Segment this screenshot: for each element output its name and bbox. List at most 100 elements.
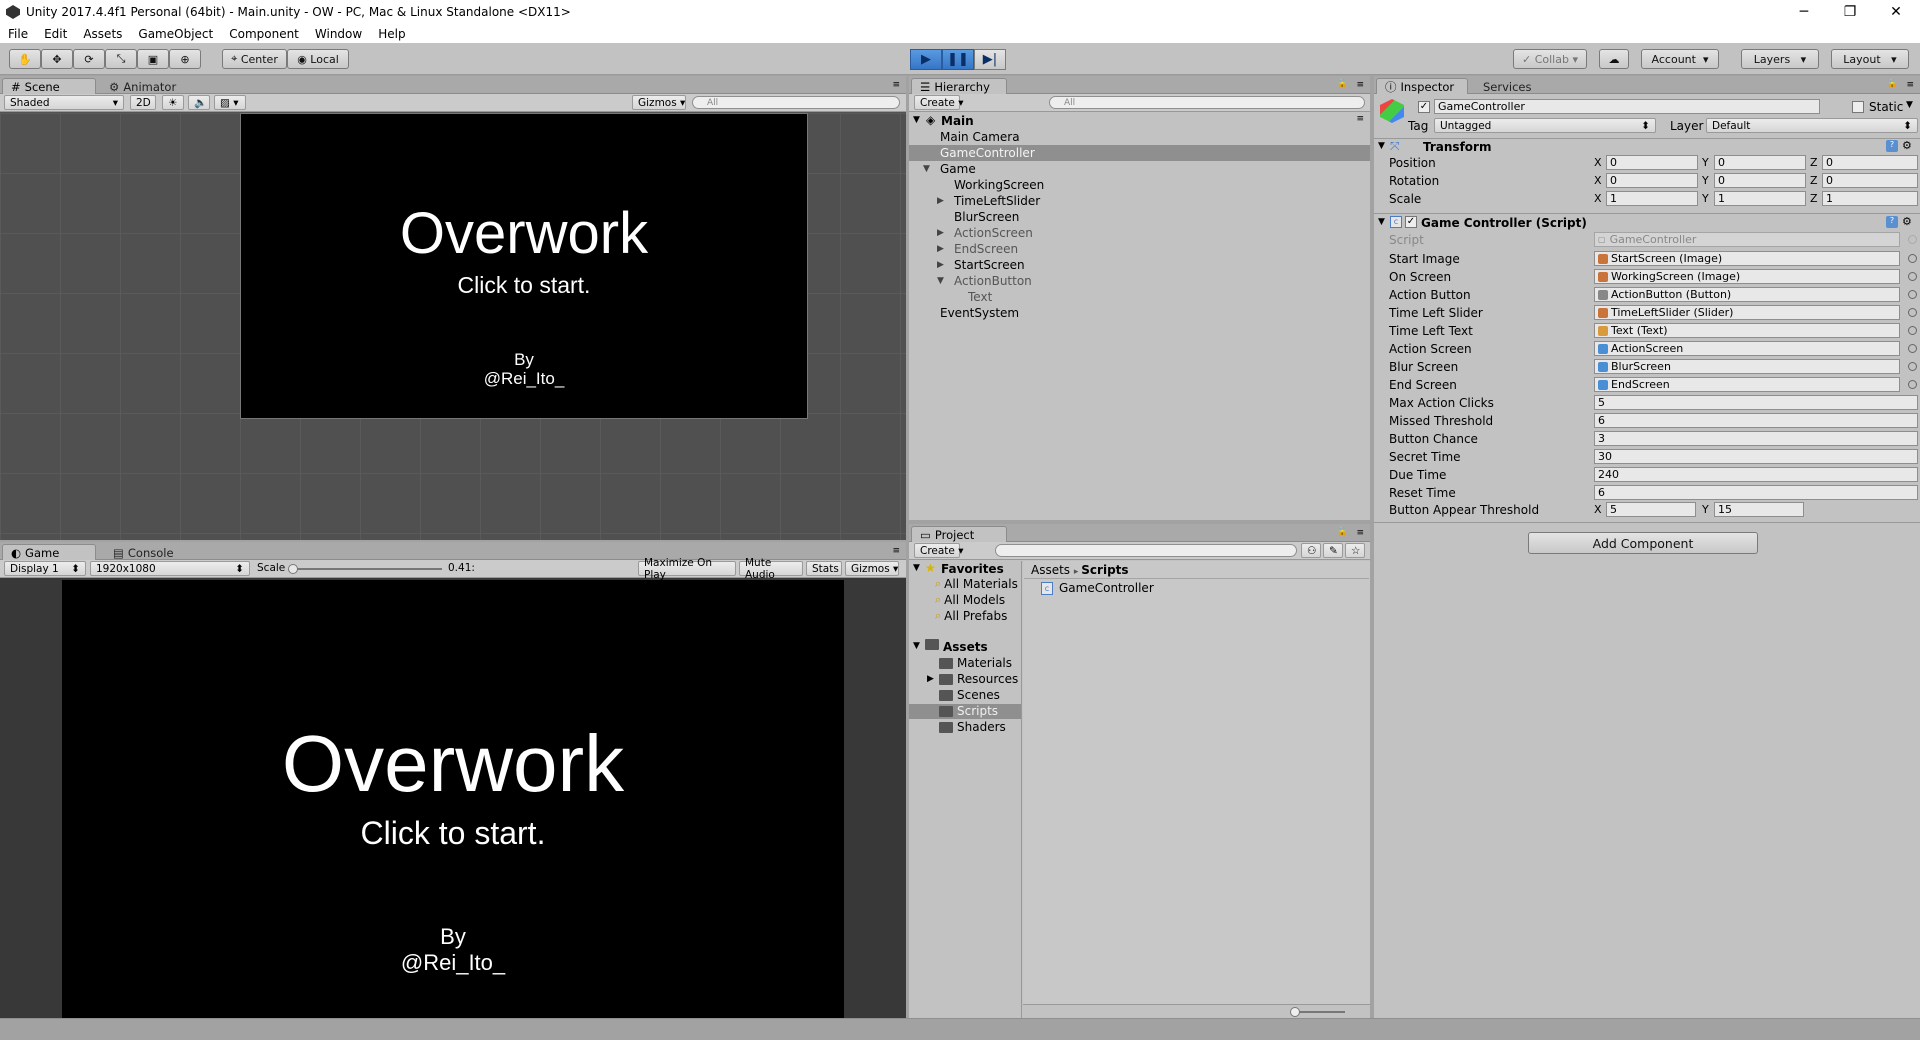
- project-menu-icon[interactable]: ≡: [1356, 528, 1364, 538]
- script-component-header[interactable]: ▼ c ✓ Game Controller (Script) ? ⚙: [1374, 213, 1920, 230]
- game-panel-menu-icon[interactable]: ≡: [892, 546, 900, 556]
- menu-assets[interactable]: Assets: [75, 27, 130, 41]
- assets-label[interactable]: Assets: [943, 640, 988, 654]
- object-reference-field[interactable]: BlurScreen: [1594, 359, 1900, 374]
- object-picker-icon[interactable]: [1908, 308, 1917, 317]
- active-checkbox[interactable]: ✓: [1418, 101, 1430, 113]
- tag-dropdown[interactable]: Untagged ⬍: [1434, 118, 1656, 133]
- tab-animator[interactable]: ⚙ Animator: [100, 78, 185, 94]
- script-enabled-checkbox[interactable]: ✓: [1405, 216, 1417, 228]
- rotate-tool-icon[interactable]: ⟳: [73, 49, 105, 69]
- assets-expand-icon[interactable]: ▼: [913, 641, 920, 651]
- threshold-x-field[interactable]: 5: [1606, 502, 1696, 517]
- layout-dropdown[interactable]: Layout ▾: [1831, 49, 1909, 69]
- script-help-icon[interactable]: ?: [1886, 216, 1898, 228]
- favorite-star-icon[interactable]: ☆: [1345, 543, 1365, 558]
- hierarchy-item[interactable]: Main Camera: [909, 129, 1370, 145]
- menu-edit[interactable]: Edit: [36, 27, 75, 41]
- expand-arrow-icon[interactable]: ▼: [937, 276, 947, 286]
- value-input-field[interactable]: 3: [1594, 431, 1918, 446]
- expand-arrow-icon[interactable]: ▶: [937, 260, 947, 270]
- audio-icon[interactable]: 🔈: [188, 95, 210, 110]
- folder-item[interactable]: Scripts: [909, 704, 1021, 719]
- object-picker-icon[interactable]: [1908, 272, 1917, 281]
- expand-arrow-icon[interactable]: ▶: [937, 196, 947, 206]
- transform-z-field[interactable]: 1: [1822, 191, 1918, 206]
- value-input-field[interactable]: 240: [1594, 467, 1918, 482]
- folder-item[interactable]: Materials: [909, 656, 1021, 671]
- object-picker-icon[interactable]: [1908, 344, 1917, 353]
- hierarchy-lock-icon[interactable]: 🔒: [1337, 79, 1348, 89]
- threshold-y-field[interactable]: 15: [1714, 502, 1804, 517]
- favorite-item[interactable]: ⌕ All Prefabs: [935, 609, 1007, 623]
- hierarchy-item[interactable]: Text: [909, 289, 1370, 305]
- scene-menu-icon[interactable]: ≡: [1356, 114, 1364, 124]
- pause-icon[interactable]: ❚❚: [942, 49, 974, 70]
- transform-z-field[interactable]: 0: [1822, 155, 1918, 170]
- account-dropdown[interactable]: Account ▾: [1641, 49, 1719, 69]
- pivot-local-button[interactable]: ◉ Local: [287, 49, 349, 69]
- shading-dropdown[interactable]: Shaded ▾: [4, 95, 124, 110]
- game-gizmos-dropdown[interactable]: Gizmos ▾: [845, 561, 899, 576]
- object-reference-field[interactable]: ActionScreen: [1594, 341, 1900, 356]
- step-icon[interactable]: ▶|: [974, 49, 1006, 70]
- value-input-field[interactable]: 6: [1594, 485, 1918, 500]
- menu-file[interactable]: File: [0, 27, 36, 41]
- hierarchy-item[interactable]: GameController: [909, 145, 1370, 161]
- hierarchy-item[interactable]: BlurScreen: [909, 209, 1370, 225]
- transform-x-field[interactable]: 1: [1606, 191, 1698, 206]
- favorites-label[interactable]: Favorites: [941, 562, 1004, 576]
- project-search-input[interactable]: [995, 544, 1297, 557]
- scale-tool-icon[interactable]: ⤡: [105, 49, 137, 69]
- hierarchy-item[interactable]: ▶ TimeLeftSlider: [909, 193, 1370, 209]
- folder-expand-icon[interactable]: ▶: [927, 674, 934, 684]
- favorite-item[interactable]: ⌕ All Materials: [935, 577, 1018, 591]
- play-icon[interactable]: ▶: [910, 49, 942, 70]
- hierarchy-item[interactable]: ▶ EndScreen: [909, 241, 1370, 257]
- add-component-button[interactable]: Add Component: [1528, 532, 1758, 554]
- project-create-dropdown[interactable]: Create ▾: [914, 543, 964, 558]
- hierarchy-menu-icon[interactable]: ≡: [1356, 80, 1364, 90]
- value-input-field[interactable]: 30: [1594, 449, 1918, 464]
- hierarchy-scene-row[interactable]: ▼ ◈ Main ≡: [909, 113, 1370, 129]
- panel-menu-icon[interactable]: ≡: [892, 80, 900, 90]
- static-dropdown-icon[interactable]: ▼: [1906, 100, 1913, 110]
- scene-canvas[interactable]: Overwork Click to start. By @Rei_Ito_: [240, 113, 808, 419]
- script-expand-icon[interactable]: ▼: [1378, 217, 1385, 227]
- tab-hierarchy[interactable]: ☰ Hierarchy: [911, 78, 1007, 94]
- static-checkbox[interactable]: [1852, 101, 1864, 113]
- transform-y-field[interactable]: 0: [1714, 173, 1806, 188]
- object-picker-icon[interactable]: [1908, 326, 1917, 335]
- folder-item[interactable]: Scenes: [909, 688, 1021, 703]
- scale-slider[interactable]: [288, 564, 442, 574]
- transform-help-icon[interactable]: ?: [1886, 140, 1898, 152]
- lighting-icon[interactable]: ☀: [162, 95, 184, 110]
- script-settings-icon[interactable]: ⚙: [1902, 215, 1912, 228]
- expand-arrow-icon[interactable]: ▶: [937, 244, 947, 254]
- expand-arrow-icon[interactable]: ▶: [937, 228, 947, 238]
- scene-gizmos-dropdown[interactable]: Gizmos ▾: [632, 95, 686, 110]
- transform-y-field[interactable]: 0: [1714, 155, 1806, 170]
- value-input-field[interactable]: 5: [1594, 395, 1918, 410]
- hierarchy-item[interactable]: ▶ ActionScreen: [909, 225, 1370, 241]
- transform-tool-icon[interactable]: ⊕: [169, 49, 201, 69]
- object-picker-icon[interactable]: [1908, 362, 1917, 371]
- hierarchy-search-input[interactable]: All: [1049, 96, 1365, 109]
- object-reference-field[interactable]: TimeLeftSlider (Slider): [1594, 305, 1900, 320]
- object-reference-field[interactable]: StartScreen (Image): [1594, 251, 1900, 266]
- hand-tool-icon[interactable]: ✋: [9, 49, 41, 69]
- stats-toggle[interactable]: Stats: [806, 561, 842, 576]
- 2d-toggle[interactable]: 2D: [130, 95, 156, 110]
- effects-icon[interactable]: ▨ ▾: [214, 95, 246, 110]
- move-tool-icon[interactable]: ✥: [41, 49, 73, 69]
- breadcrumb-scripts[interactable]: Scripts: [1081, 563, 1128, 577]
- transform-x-field[interactable]: 0: [1606, 155, 1698, 170]
- object-picker-icon[interactable]: [1908, 254, 1917, 263]
- filter-label-icon[interactable]: ✎: [1323, 543, 1343, 558]
- folder-item[interactable]: ▶ Resources: [909, 672, 1021, 687]
- object-picker-icon[interactable]: [1908, 380, 1917, 389]
- game-viewport[interactable]: Overwork Click to start. By @Rei_Ito_: [62, 580, 844, 1018]
- scene-expand-icon[interactable]: ▼: [913, 115, 920, 125]
- filter-type-icon[interactable]: ⚇: [1301, 543, 1321, 558]
- tab-project[interactable]: ▭ Project: [911, 526, 1007, 542]
